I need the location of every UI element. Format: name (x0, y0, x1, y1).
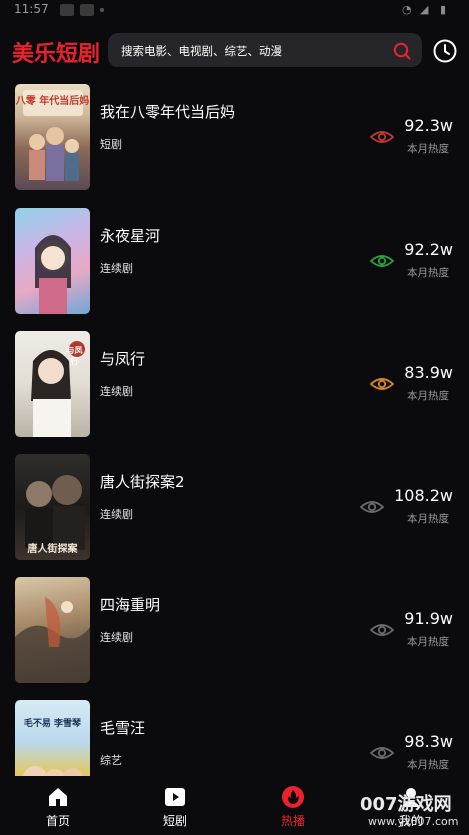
item-tag: 综艺 (100, 754, 122, 767)
status-notification-icon (80, 4, 94, 16)
app-logo: 美乐短剧 (12, 42, 101, 67)
wifi-icon: ◔ (402, 3, 412, 16)
clock-icon[interactable] (432, 38, 458, 64)
ranking-list: 八零 年代当后妈 我在八零年代当后妈 短剧 92.3w 本月热度 永夜星河 连续… (0, 82, 469, 776)
status-time: 11:57 (14, 2, 49, 16)
list-item[interactable]: 与凤行 与凤行 连续剧 83.9w 本月热度 (0, 331, 469, 441)
item-title[interactable]: 唐人街探案2 (100, 471, 185, 492)
poster-image[interactable] (15, 208, 90, 314)
item-tag: 连续剧 (100, 262, 133, 275)
poster-image[interactable]: 与凤行 (15, 331, 90, 437)
search-icon[interactable] (392, 41, 412, 61)
search-input[interactable]: 搜索电影、电视剧、综艺、动漫 (108, 33, 422, 67)
poster-image[interactable]: 八零 年代当后妈 (15, 84, 90, 190)
view-count: 98.3w (404, 732, 453, 751)
watermark-url: www.yx007.com (368, 815, 459, 828)
views-label: 本月热度 (407, 267, 449, 279)
view-count: 83.9w (404, 363, 453, 382)
item-title[interactable]: 四海重明 (100, 594, 160, 615)
view-count: 92.2w (404, 240, 453, 259)
status-dot-icon (100, 8, 104, 12)
item-title[interactable]: 我在八零年代当后妈 (100, 101, 235, 122)
list-item[interactable]: 唐人街探案 唐人街探案2 连续剧 108.2w 本月热度 (0, 454, 469, 564)
views-label: 本月热度 (407, 759, 449, 771)
views-label: 本月热度 (407, 513, 449, 525)
eye-icon (360, 501, 384, 513)
poster-title-text: 八零 年代当后妈 (15, 96, 90, 107)
view-count: 108.2w (394, 486, 453, 505)
item-tag: 连续剧 (100, 631, 133, 644)
home-icon (49, 788, 67, 806)
eye-icon (370, 255, 394, 267)
nav-item-hot[interactable]: 热播 (248, 778, 338, 835)
nav-item-home[interactable]: 首页 (13, 778, 103, 835)
watermark: 007游戏网 www.yx007.com (360, 790, 465, 832)
nav-item-short-drama[interactable]: 短剧 (130, 778, 220, 835)
views-label: 本月热度 (407, 390, 449, 402)
signal-icon: ◢ (420, 3, 429, 16)
item-title[interactable]: 永夜星河 (100, 225, 160, 246)
poster-title-text: 与凤行 (66, 346, 83, 366)
item-title[interactable]: 与凤行 (100, 348, 145, 369)
nav-label: 热播 (280, 814, 305, 828)
list-item[interactable]: 四海重明 连续剧 91.9w 本月热度 (0, 577, 469, 687)
list-item[interactable]: 毛不易 李雪琴 毛雪汪 综艺 98.3w 本月热度 (0, 700, 469, 776)
item-title[interactable]: 毛雪汪 (100, 717, 145, 738)
item-tag: 连续剧 (100, 385, 133, 398)
fire-icon (282, 786, 304, 808)
battery-icon: ▮ (440, 3, 447, 16)
view-count: 92.3w (404, 116, 453, 135)
poster-title-text: 唐人街探案 (27, 544, 78, 555)
status-notification-icon (60, 4, 74, 16)
item-tag: 连续剧 (100, 508, 133, 521)
views-label: 本月热度 (407, 636, 449, 648)
view-count: 91.9w (404, 609, 453, 628)
poster-title-text: 毛不易 李雪琴 (23, 719, 82, 729)
play-icon (165, 788, 185, 806)
poster-image[interactable] (15, 577, 90, 683)
header: 美乐短剧 搜索电影、电视剧、综艺、动漫 (0, 26, 469, 76)
views-label: 本月热度 (407, 143, 449, 155)
nav-label: 首页 (45, 814, 70, 828)
list-item[interactable]: 永夜星河 连续剧 92.2w 本月热度 (0, 208, 469, 318)
item-tag: 短剧 (100, 138, 122, 151)
eye-icon (370, 747, 394, 759)
poster-image[interactable]: 毛不易 李雪琴 (15, 700, 90, 776)
poster-image[interactable]: 唐人街探案 (15, 454, 90, 560)
search-placeholder: 搜索电影、电视剧、综艺、动漫 (121, 44, 282, 58)
eye-icon (370, 624, 394, 636)
nav-label: 短剧 (162, 814, 187, 828)
eye-icon (370, 378, 394, 390)
eye-icon (370, 131, 394, 143)
status-bar: 11:57 ◔ ◢ ▮ (0, 0, 469, 22)
watermark-text: 007游戏网 (360, 794, 452, 815)
list-item[interactable]: 八零 年代当后妈 我在八零年代当后妈 短剧 92.3w 本月热度 (0, 84, 469, 194)
